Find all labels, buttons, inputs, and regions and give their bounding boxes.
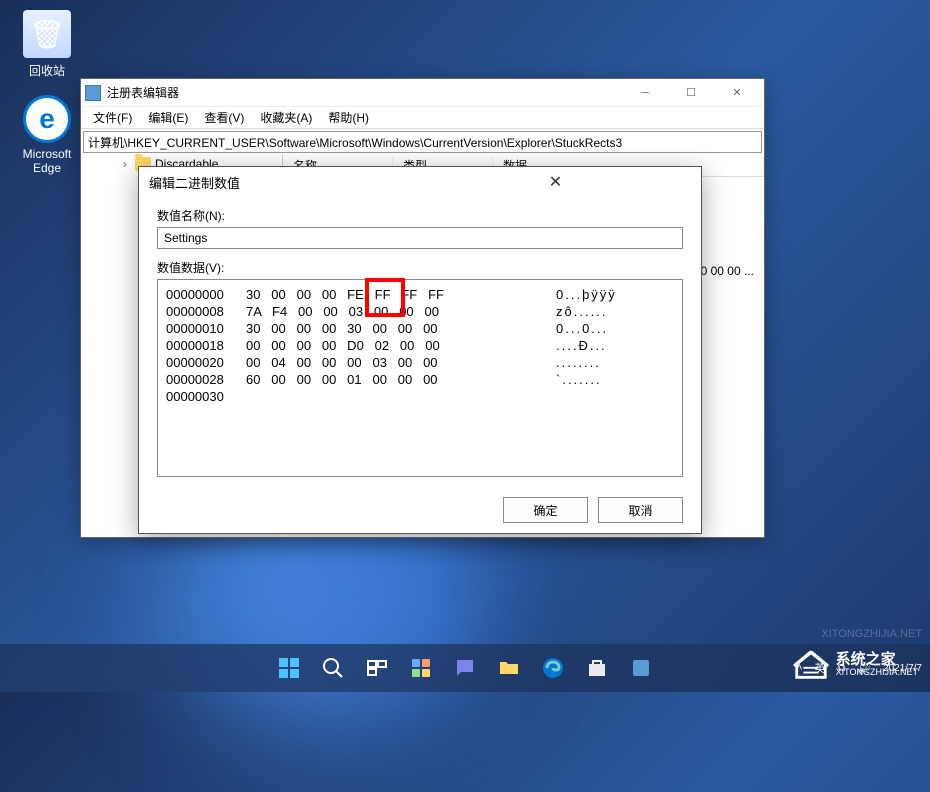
- house-icon: [792, 648, 830, 680]
- value-data-label: 数值数据(V):: [157, 259, 683, 276]
- menu-file[interactable]: 文件(F): [85, 107, 140, 128]
- taskbar-app-regedit[interactable]: [621, 648, 661, 688]
- search-button[interactable]: [313, 648, 353, 688]
- store-icon: [585, 656, 609, 680]
- recycle-bin-icon: 🗑: [23, 10, 71, 58]
- chat-icon: [453, 656, 477, 680]
- menu-favorites[interactable]: 收藏夹(A): [252, 107, 320, 128]
- dialog-title: 编辑二进制数值: [149, 173, 420, 192]
- windows-icon: [277, 656, 301, 680]
- dialog-close-button[interactable]: ✕: [420, 172, 691, 192]
- watermark-url: XITONGZHIJIA.NET: [821, 628, 922, 640]
- widgets-button[interactable]: [401, 648, 441, 688]
- task-view-button[interactable]: [357, 648, 397, 688]
- taskbar-app-explorer[interactable]: [489, 648, 529, 688]
- taskbar-app-store[interactable]: [577, 648, 617, 688]
- hex-row[interactable]: 0000000030 00 00 00 FE FF FF FF0...þÿÿÿ: [166, 286, 674, 303]
- widgets-icon: [409, 656, 433, 680]
- search-icon: [321, 656, 345, 680]
- menu-view[interactable]: 查看(V): [196, 107, 252, 128]
- titlebar[interactable]: 注册表编辑器 ─ ☐ ✕: [81, 79, 764, 107]
- value-name-field[interactable]: Settings: [157, 227, 683, 249]
- desktop-icon-recycle-bin[interactable]: 🗑 回收站: [12, 10, 82, 79]
- menu-bar: 文件(F) 编辑(E) 查看(V) 收藏夹(A) 帮助(H): [81, 107, 764, 129]
- start-button[interactable]: [269, 648, 309, 688]
- edge-icon: [541, 656, 565, 680]
- desktop-icon-label: Microsoft Edge: [12, 147, 82, 175]
- chevron-right-icon: ›: [123, 157, 135, 171]
- folder-icon: [497, 656, 521, 680]
- brand-watermark: 系统之家 XITONGZHIJIA.NET: [792, 648, 918, 680]
- address-bar[interactable]: 计算机\HKEY_CURRENT_USER\Software\Microsoft…: [83, 131, 762, 153]
- regedit-icon: [629, 656, 653, 680]
- dialog-titlebar[interactable]: 编辑二进制数值 ✕: [139, 167, 701, 197]
- edit-binary-dialog: 编辑二进制数值 ✕ 数值名称(N): Settings 数值数据(V): 000…: [138, 166, 702, 534]
- desktop-icon-label: 回收站: [12, 62, 82, 79]
- taskbar: ˄ 英 ⧉ 🔊 2021/7/7: [0, 644, 930, 692]
- window-title: 注册表编辑器: [107, 84, 622, 101]
- taskbar-app-edge[interactable]: [533, 648, 573, 688]
- hex-row[interactable]: 0000001800 00 00 00 D0 02 00 00....Ð...: [166, 337, 674, 354]
- task-view-icon: [365, 656, 389, 680]
- hex-row[interactable]: 00000030: [166, 388, 674, 405]
- menu-edit[interactable]: 编辑(E): [140, 107, 196, 128]
- hex-row[interactable]: 0000002000 04 00 00 00 03 00 00........: [166, 354, 674, 371]
- edge-icon: e: [23, 95, 71, 143]
- brand-name: 系统之家: [836, 652, 918, 667]
- hex-row[interactable]: 0000001030 00 00 00 30 00 00 000...0...: [166, 320, 674, 337]
- hex-editor[interactable]: 0000000030 00 00 00 FE FF FF FF0...þÿÿÿ0…: [157, 279, 683, 477]
- minimize-button[interactable]: ─: [622, 80, 668, 106]
- hex-row[interactable]: 000000087A F4 00 00 03 00 00 00zô......: [166, 303, 674, 320]
- app-icon: [85, 85, 101, 101]
- close-button[interactable]: ✕: [714, 80, 760, 106]
- hex-row[interactable]: 0000002860 00 00 00 01 00 00 00`.......: [166, 371, 674, 388]
- ok-button[interactable]: 确定: [503, 497, 588, 523]
- desktop-icon-edge[interactable]: e Microsoft Edge: [12, 95, 82, 175]
- menu-help[interactable]: 帮助(H): [320, 107, 377, 128]
- brand-sub: XITONGZHIJIA.NET: [836, 667, 918, 677]
- value-name-label: 数值名称(N):: [157, 207, 683, 224]
- taskbar-app-chat[interactable]: [445, 648, 485, 688]
- cancel-button[interactable]: 取消: [598, 497, 683, 523]
- maximize-button[interactable]: ☐: [668, 80, 714, 106]
